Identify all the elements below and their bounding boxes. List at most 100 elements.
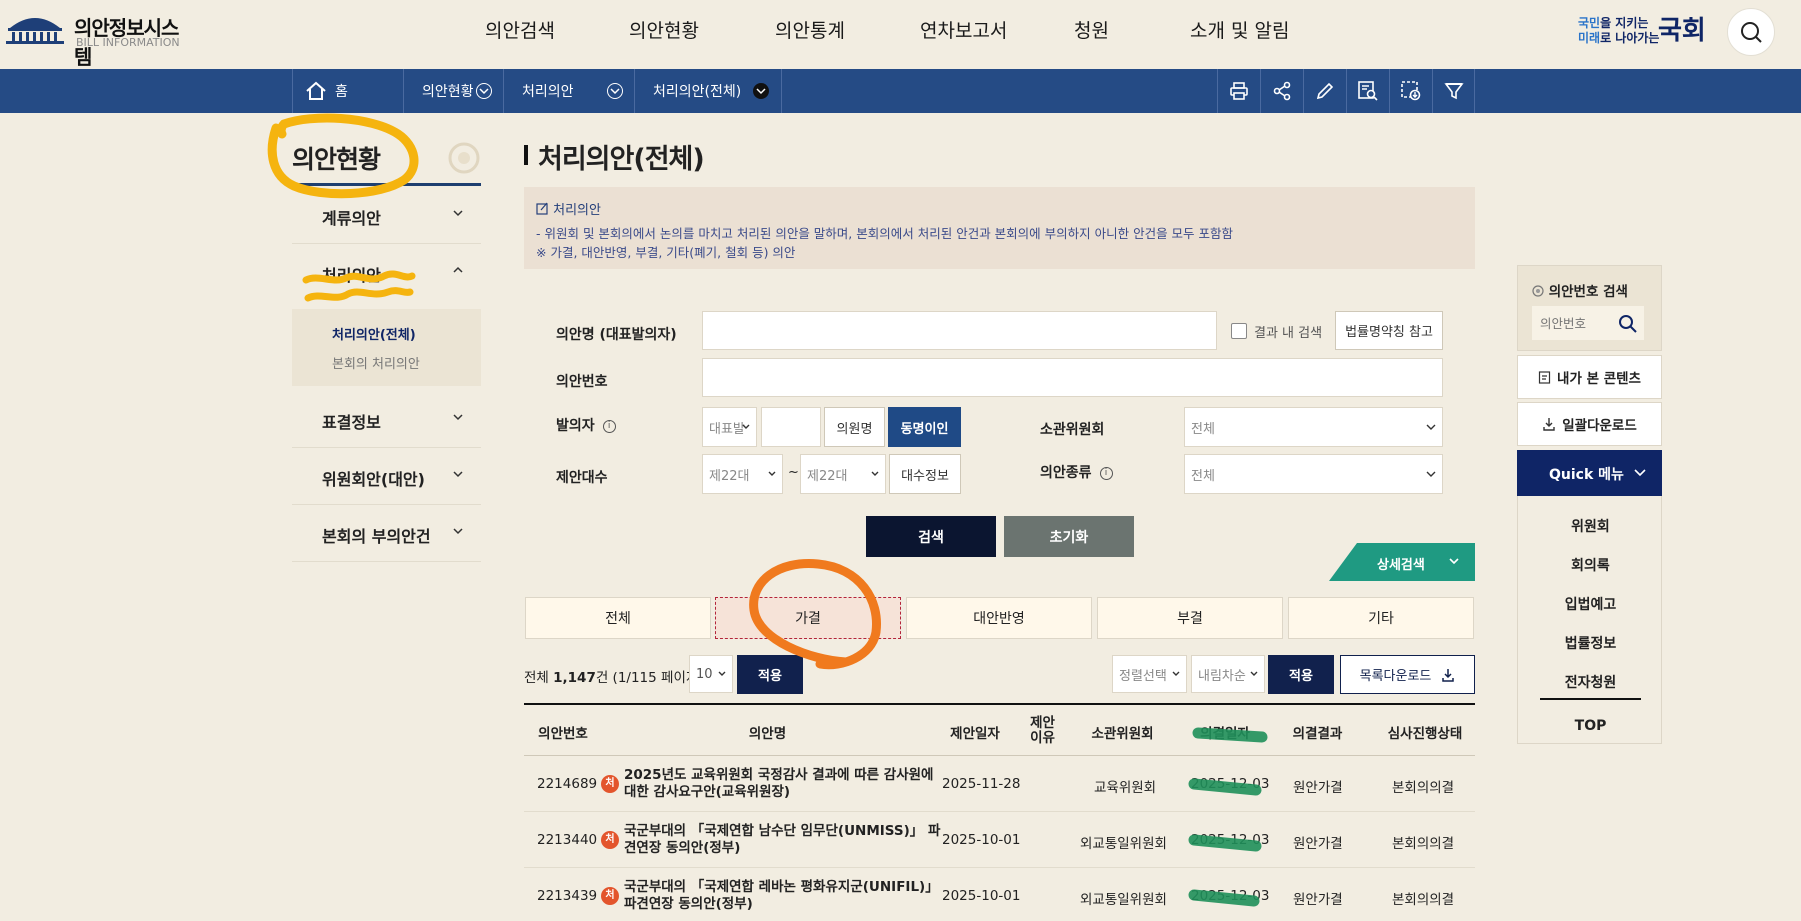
sort-apply-button[interactable]: 적용 bbox=[1268, 655, 1334, 694]
my-content-button[interactable]: 내가 본 콘텐츠 bbox=[1517, 355, 1662, 399]
info-icon[interactable]: i bbox=[602, 419, 616, 433]
assembly-building-icon bbox=[6, 18, 64, 44]
quick-link-e-petition[interactable]: 전자청원 bbox=[1518, 672, 1663, 692]
lnb-item-plenary-agenda[interactable]: 본회의 부의안건 bbox=[292, 506, 481, 562]
search-icon[interactable] bbox=[1618, 314, 1638, 334]
in-result-checkbox[interactable] bbox=[1231, 323, 1247, 339]
quick-menu-toggle[interactable]: Quick 메뉴 bbox=[1517, 450, 1662, 496]
lnb-item-processed[interactable]: 처리의안 bbox=[292, 245, 481, 309]
emblem-small-icon bbox=[1532, 285, 1544, 297]
breadcrumb-home-label: 홈 bbox=[335, 84, 348, 100]
table-row[interactable]: 2213440 처 국군부대의 「국제연합 남수단 임무단(UNMISS)」 파… bbox=[524, 812, 1475, 868]
gnb-bill-search[interactable]: 의안검색 bbox=[485, 16, 555, 43]
lnb-title: 의안현황 bbox=[292, 145, 381, 174]
proposer-type-select[interactable]: 대표발 bbox=[702, 407, 757, 447]
print-button[interactable] bbox=[1217, 69, 1260, 113]
cell-bill-name[interactable]: 국군부대의 「국제연합 남수단 임무단(UNMISS)」 파견연장 동의안(정부… bbox=[624, 823, 949, 857]
table-row[interactable]: 2214689 처 2025년도 교육위원회 국정감사 결과에 따른 감사원에 … bbox=[524, 756, 1475, 812]
lnb-sub-all[interactable]: 처리의안(전체) bbox=[332, 324, 416, 343]
chevron-down-icon bbox=[453, 210, 463, 217]
tab-other[interactable]: 기타 bbox=[1288, 597, 1474, 639]
tab-rejected[interactable]: 부결 bbox=[1097, 597, 1283, 639]
global-search-button[interactable] bbox=[1727, 8, 1775, 56]
search-button[interactable]: 검색 bbox=[866, 516, 996, 557]
page-size-select[interactable]: 10 bbox=[689, 655, 733, 693]
bill-name-input[interactable] bbox=[702, 311, 1217, 350]
table-row[interactable]: 2213439 처 국군부대의 「국제연합 레바논 평화유지군(UNIFIL)」… bbox=[524, 868, 1475, 921]
assembly-slogan[interactable]: 국민을 지키는 미래로 나아가는 국회 bbox=[1578, 12, 1713, 48]
in-result-label: 결과 내 검색 bbox=[1254, 326, 1323, 341]
term-to-select[interactable]: 제22대 bbox=[800, 454, 886, 494]
detail-search-button[interactable]: 상세검색 bbox=[1329, 543, 1475, 581]
logo-subtitle: BILL INFORMATION bbox=[76, 36, 180, 49]
chevron-down-icon bbox=[753, 83, 769, 99]
gnb-petition[interactable]: 청원 bbox=[1074, 16, 1109, 43]
lnb-item-votes[interactable]: 표결정보 bbox=[292, 392, 481, 448]
breadcrumb-bar: 홈 의안현황 처리의안 처리의안(전체) bbox=[0, 69, 1801, 113]
term-info-button[interactable]: 대수정보 bbox=[889, 454, 961, 494]
term-from-select[interactable]: 제22대 bbox=[702, 454, 783, 494]
cell-bill-no: 2213439 bbox=[537, 888, 598, 904]
cell-bill-name[interactable]: 2025년도 교육위원회 국정감사 결과에 따른 감사원에 대한 감사요구안(교… bbox=[624, 767, 949, 801]
home-icon bbox=[306, 81, 326, 100]
quick-link-minutes[interactable]: 회의록 bbox=[1518, 555, 1663, 575]
homonym-button[interactable]: 동명이인 bbox=[888, 407, 961, 447]
quick-divider bbox=[1540, 698, 1641, 700]
bulk-download-button[interactable]: 일괄다운로드 bbox=[1517, 402, 1662, 446]
search-doc-button[interactable] bbox=[1346, 69, 1389, 113]
chevron-down-icon bbox=[453, 528, 463, 535]
lnb-item-committee-bill[interactable]: 위원회안(대안) bbox=[292, 449, 481, 505]
info-box: 처리의안 - 위원회 및 본회의에서 논의를 마치고 처리된 의안을 말하며, … bbox=[524, 187, 1475, 269]
gnb-bill-status[interactable]: 의안현황 bbox=[629, 16, 699, 43]
quick-link-legislation-notice[interactable]: 입법예고 bbox=[1518, 594, 1663, 614]
page-size-apply-button[interactable]: 적용 bbox=[737, 655, 803, 694]
bill-no-search-box: 의안번호 검색 bbox=[1517, 265, 1662, 351]
kind-select[interactable]: 전체 bbox=[1184, 454, 1443, 494]
quick-link-committee[interactable]: 위원회 bbox=[1518, 516, 1663, 536]
breadcrumb-level1-toggle[interactable] bbox=[472, 69, 503, 113]
quick-link-law-info[interactable]: 법률정보 bbox=[1518, 633, 1663, 653]
cell-decided-date: 2025-12-03 bbox=[1191, 888, 1270, 904]
lnb-item-pending[interactable]: 계류의안 bbox=[292, 188, 481, 244]
info-icon[interactable]: i bbox=[1099, 466, 1113, 480]
lnb-item-label: 위원회안(대안) bbox=[322, 470, 425, 489]
sort-select[interactable]: 정렬선택 bbox=[1112, 655, 1187, 693]
filter-icon bbox=[1443, 83, 1464, 100]
gnb-about[interactable]: 소개 및 알림 bbox=[1190, 16, 1289, 43]
gnb-bill-stats[interactable]: 의안통계 bbox=[775, 16, 845, 43]
table-top-border bbox=[524, 703, 1475, 705]
cell-bill-name[interactable]: 국군부대의 「국제연합 레바논 평화유지군(UNIFIL)」 파견연장 동의안(… bbox=[624, 879, 949, 913]
law-abbr-button[interactable]: 법률명약칭 참고 bbox=[1335, 311, 1443, 350]
back-to-top-button[interactable]: TOP bbox=[1518, 718, 1663, 734]
processed-badge: 처 bbox=[601, 887, 619, 905]
chevron-down-icon bbox=[871, 471, 879, 476]
chevron-down-icon bbox=[607, 83, 623, 99]
list-download-button[interactable]: 목록다운로드 bbox=[1340, 655, 1475, 694]
tab-passed[interactable]: 가결 bbox=[715, 597, 901, 639]
cell-bill-no: 2213440 bbox=[537, 832, 598, 848]
proposer-name-input[interactable] bbox=[761, 407, 821, 447]
lnb-sub-plenary[interactable]: 본회의 처리의안 bbox=[332, 353, 420, 372]
site-logo[interactable]: 의안정보시스템 BILL INFORMATION bbox=[4, 8, 194, 69]
bill-no-input[interactable] bbox=[702, 358, 1443, 397]
total-count: 전체 1,147건 (1/115 페이지) bbox=[524, 666, 704, 686]
tab-all[interactable]: 전체 bbox=[525, 597, 711, 639]
processed-badge: 처 bbox=[601, 775, 619, 793]
breadcrumb-label: 의안현황 bbox=[422, 84, 474, 100]
download-doc-button[interactable] bbox=[1389, 69, 1432, 113]
tab-alternative[interactable]: 대안반영 bbox=[906, 597, 1092, 639]
slogan-text: 로 나아가는 bbox=[1600, 31, 1660, 45]
filter-button[interactable] bbox=[1432, 69, 1475, 113]
breadcrumb-level3[interactable]: 처리의안(전체) bbox=[634, 69, 782, 113]
order-select[interactable]: 내림차순 bbox=[1191, 655, 1265, 693]
breadcrumb-home[interactable]: 홈 bbox=[292, 69, 403, 113]
share-button[interactable] bbox=[1260, 69, 1303, 113]
gnb-annual-report[interactable]: 연차보고서 bbox=[920, 16, 1007, 43]
order-value: 내림차순 bbox=[1198, 668, 1246, 684]
reset-button[interactable]: 초기화 bbox=[1004, 516, 1134, 557]
edit-button[interactable] bbox=[1303, 69, 1346, 113]
breadcrumb-level2[interactable]: 처리의안 bbox=[503, 69, 634, 113]
committee-select[interactable]: 전체 bbox=[1184, 407, 1443, 447]
lnb-divider bbox=[292, 183, 481, 186]
member-name-button[interactable]: 의원명 bbox=[824, 407, 885, 447]
